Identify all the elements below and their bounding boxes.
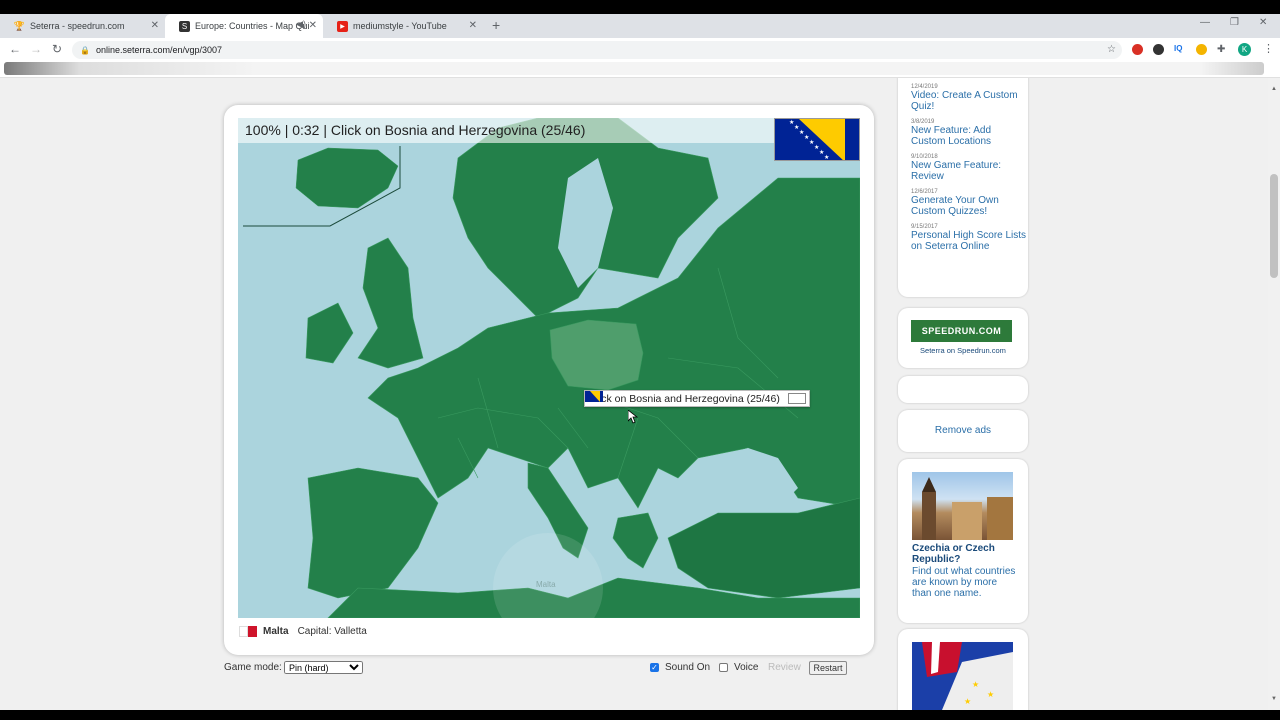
capital-text: Capital: Valletta — [297, 626, 367, 637]
empty-panel — [898, 376, 1028, 403]
eu-uk-image[interactable]: ★ ★ ★ — [912, 642, 1013, 710]
sound-label: Sound On — [665, 662, 711, 673]
news-item[interactable]: 9/15/2017 Personal High Score Lists on S… — [911, 224, 1028, 252]
tooltip-text: Click on Bosnia and Herzegovina (25/46) — [589, 392, 780, 405]
tab-title: Europe: Countries - Map Qui — [195, 21, 310, 31]
bosnia-flag-small — [585, 391, 806, 404]
youtube-icon: ▶ — [337, 20, 348, 32]
country-greece[interactable] — [612, 512, 659, 569]
extension-iq-icon[interactable]: IQ — [1174, 44, 1185, 55]
article-panel-2[interactable]: ★ ★ ★ — [898, 629, 1028, 710]
close-icon[interactable]: ✕ — [151, 20, 159, 31]
close-icon[interactable]: ✕ — [309, 20, 317, 31]
review-button[interactable]: Review — [768, 662, 801, 673]
trophy-icon: 🏆 — [13, 20, 26, 31]
country-ireland[interactable] — [305, 302, 354, 364]
europe-map[interactable]: 100% | 0:32 | Click on Bosnia and Herzeg… — [238, 118, 860, 618]
tab-speedrun[interactable]: 🏆 Seterra - speedrun.com ✕ — [0, 14, 165, 38]
article-title[interactable]: Czechia or Czech Republic? — [912, 543, 1017, 565]
scrollbar-thumb[interactable] — [1270, 174, 1278, 278]
toolbar: ← → ↻ 🔒 online.seterra.com/en/vgp/3007 ☆… — [0, 38, 1280, 62]
bosnia-flag: ★ ★ ★ ★ ★ ★ ★ ★ — [774, 118, 860, 161]
scroll-up-icon[interactable]: ▲ — [1271, 86, 1277, 92]
url-text: online.seterra.com/en/vgp/3007 — [95, 45, 223, 55]
article-image[interactable] — [912, 472, 1013, 540]
malta-label: Malta — [536, 580, 556, 589]
address-bar[interactable]: 🔒 online.seterra.com/en/vgp/3007 ☆ — [72, 41, 1122, 59]
map-svg[interactable] — [238, 118, 860, 618]
speedrun-caption[interactable]: Seterra on Speedrun.com — [898, 346, 1028, 355]
news-title[interactable]: New Game Feature: Review — [911, 160, 1028, 182]
menu-icon[interactable]: ⋮ — [1263, 42, 1274, 55]
last-answer-info: Malta Capital: Valletta — [239, 626, 367, 637]
bottom-bar — [0, 710, 1280, 720]
tab-seterra[interactable]: S Europe: Countries - Map Qui ◀) ✕ — [165, 14, 323, 38]
forward-icon[interactable]: → — [30, 42, 42, 56]
svg-text:★: ★ — [824, 154, 829, 161]
news-title[interactable]: New Feature: Add Custom Locations — [911, 125, 1028, 147]
game-mode-select[interactable]: Pin (hard) — [284, 661, 363, 674]
restart-button[interactable]: Restart — [809, 661, 847, 675]
close-icon[interactable]: ✕ — [469, 20, 477, 31]
lock-icon: 🔒 — [80, 45, 90, 55]
news-item[interactable]: 3/8/2019 New Feature: Add Custom Locatio… — [911, 119, 1028, 147]
voice-label: Voice — [734, 662, 759, 673]
reload-icon[interactable]: ↻ — [52, 42, 62, 56]
page-content: 100% | 0:32 | Click on Bosnia and Herzeg… — [0, 78, 1268, 710]
country-iceland[interactable] — [295, 147, 399, 209]
scroll-down-icon[interactable]: ▼ — [1271, 696, 1277, 702]
bookmark-star-icon[interactable]: ☆ — [1107, 44, 1116, 55]
country-iberia[interactable] — [307, 467, 439, 599]
new-tab-icon[interactable]: + — [492, 17, 500, 33]
svg-text:★: ★ — [987, 690, 994, 699]
profile-avatar[interactable]: K — [1238, 43, 1251, 56]
minimize-icon[interactable]: — — [1200, 17, 1210, 28]
restore-icon[interactable]: ❐ — [1230, 17, 1239, 28]
country-turkey[interactable] — [667, 497, 860, 599]
extension-icon[interactable] — [1132, 44, 1143, 55]
bookmarks-bar — [0, 62, 1280, 78]
tab-title: Seterra - speedrun.com — [30, 21, 125, 31]
sound-checkbox[interactable]: ✓ Sound On — [650, 662, 710, 673]
news-panel: 12/4/2019 Video: Create A Custom Quiz! 3… — [898, 78, 1028, 297]
svg-text:★: ★ — [964, 697, 971, 706]
game-mode-label: Game mode: — [224, 662, 282, 673]
tab-youtube[interactable]: ▶ mediumstyle - YouTube ✕ — [323, 14, 483, 38]
country-uk[interactable] — [357, 237, 424, 369]
news-title[interactable]: Personal High Score Lists on Seterra Onl… — [911, 230, 1028, 252]
game-controls: Game mode: Pin (hard) ✓ Sound On Voice R… — [224, 661, 874, 677]
article-panel[interactable]: Czechia or Czech Republic? Find out what… — [898, 459, 1028, 623]
speedrun-logo[interactable]: SPEEDRUN.COM — [911, 320, 1012, 342]
tab-strip: 🏆 Seterra - speedrun.com ✕ S Europe: Cou… — [0, 14, 1280, 38]
tab-title: mediumstyle - YouTube — [353, 21, 447, 31]
svg-text:★: ★ — [972, 680, 979, 689]
article-text[interactable]: Find out what countries are known by mor… — [912, 566, 1017, 599]
extension-icon[interactable] — [1153, 44, 1164, 55]
checkbox-unchecked-icon[interactable] — [719, 663, 728, 672]
malta-flag — [239, 626, 257, 637]
news-title[interactable]: Generate Your Own Custom Quizzes! — [911, 195, 1028, 217]
back-icon[interactable]: ← — [9, 42, 21, 56]
browser-window: 🏆 Seterra - speedrun.com ✕ S Europe: Cou… — [0, 0, 1280, 720]
puzzle-icon[interactable]: ✚ — [1217, 44, 1228, 55]
news-title[interactable]: Video: Create A Custom Quiz! — [911, 90, 1028, 112]
country-name: Malta — [263, 626, 289, 637]
malta-marker — [493, 533, 603, 618]
close-window-icon[interactable]: ✕ — [1259, 17, 1267, 28]
news-item[interactable]: 9/10/2018 New Game Feature: Review — [911, 154, 1028, 182]
voice-checkbox[interactable]: Voice — [719, 662, 758, 673]
country-poland[interactable] — [549, 319, 644, 391]
seterra-icon: S — [179, 20, 190, 32]
question-tooltip: Click on Bosnia and Herzegovina (25/46) — [584, 390, 810, 407]
speaker-icon[interactable]: ◀) — [296, 19, 306, 30]
game-card: 100% | 0:32 | Click on Bosnia and Herzeg… — [224, 105, 874, 655]
checkbox-checked-icon[interactable]: ✓ — [650, 663, 659, 672]
remove-ads-button[interactable]: Remove ads — [898, 410, 1028, 452]
speedrun-panel[interactable]: SPEEDRUN.COM Seterra on Speedrun.com — [898, 308, 1028, 368]
news-item[interactable]: 12/4/2019 Video: Create A Custom Quiz! — [911, 84, 1028, 112]
question-text: 100% | 0:32 | Click on Bosnia and Herzeg… — [245, 122, 586, 138]
news-item[interactable]: 12/6/2017 Generate Your Own Custom Quizz… — [911, 189, 1028, 217]
extension-icon[interactable] — [1196, 44, 1207, 55]
page-scrollbar[interactable]: ▲ ▼ — [1268, 78, 1280, 710]
